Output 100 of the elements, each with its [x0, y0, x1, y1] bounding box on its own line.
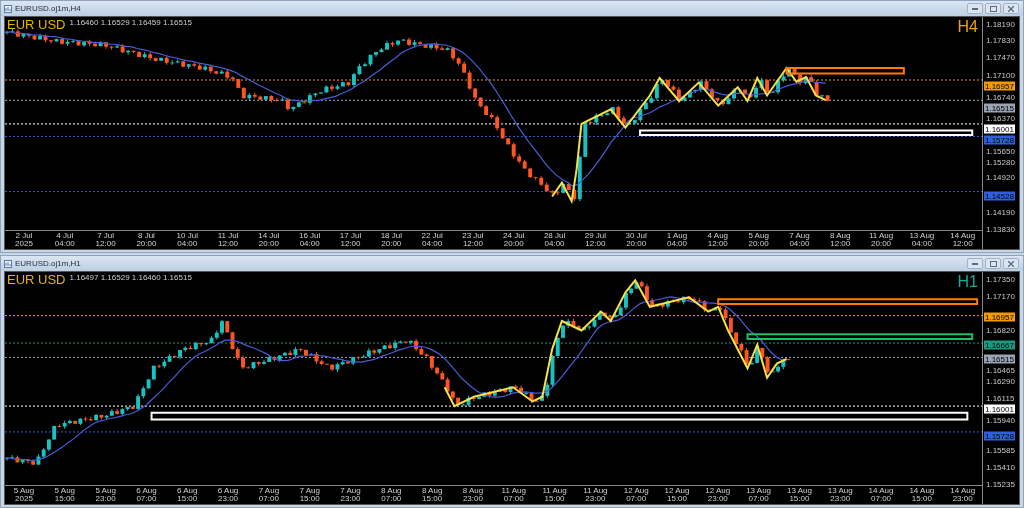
price-tag: 1.15728	[984, 135, 1015, 145]
close-button[interactable]	[1003, 3, 1019, 14]
price-axis-label: 1.15280	[986, 157, 1015, 167]
time-axis-label: 13 Aug 23:00	[826, 487, 854, 503]
time-axis-label: 23 Jul 12:00	[461, 232, 485, 248]
time-axis-label: 14 Aug 15:00	[908, 487, 936, 503]
time-axis-label: 13 Aug 07:00	[745, 487, 773, 503]
time-axis-label: 2 Jul 2025	[14, 232, 34, 248]
time-axis-label: 11 Jul 12:00	[216, 232, 240, 248]
price-axis-label: 1.16290	[986, 376, 1015, 386]
time-axis-label: 12 Aug 23:00	[704, 487, 732, 503]
price-axis-label: 1.14920	[986, 172, 1015, 182]
time-axis-label: 1 Aug 04:00	[665, 232, 689, 248]
price-axis-label: 1.17830	[986, 35, 1015, 45]
price-axis-label: 1.16115	[986, 393, 1015, 403]
time-axis-label: 11 Aug 07:00	[500, 487, 527, 503]
close-button[interactable]	[1003, 258, 1019, 269]
time-axis-label: 24 Jul 20:00	[502, 232, 526, 248]
time-axis-label: 7 Aug 23:00	[339, 487, 362, 503]
time-axis-label: 16 Jul 04:00	[298, 232, 322, 248]
time-axis-label: 14 Aug 12:00	[949, 232, 977, 248]
price-tag: 1.16667	[984, 340, 1015, 350]
price-axis-label: 1.16740	[986, 92, 1015, 102]
time-axis-label: 11 Aug 20:00	[867, 232, 895, 248]
close-icon	[1008, 260, 1014, 267]
price-axis-label: 1.17350	[986, 274, 1015, 284]
time-axis-label: 11 Aug 15:00	[541, 487, 568, 503]
price-axis-label: 1.16370	[986, 113, 1015, 123]
price-axis-label: 1.15410	[986, 462, 1015, 472]
time-axis-label: 5 Aug 20:00	[747, 232, 770, 248]
timeframe-label: H1	[957, 273, 978, 291]
price-tag: 1.16001	[984, 404, 1015, 414]
price-axis-label: 1.17100	[986, 70, 1015, 80]
price-axis-label: 1.16820	[986, 325, 1015, 335]
time-axis-label: 5 Aug 15:00	[53, 487, 77, 503]
time-axis-label: 13 Aug 15:00	[785, 487, 813, 503]
price-axis-label: 1.13830	[986, 224, 1015, 234]
price-tag: 1.16957	[984, 312, 1015, 322]
time-axis-label: 6 Aug 15:00	[176, 487, 199, 503]
restore-icon	[989, 260, 997, 267]
close-icon	[1008, 5, 1014, 12]
symbol-label: EUR USD	[7, 17, 66, 33]
time-axis-label: 5 Aug 2025	[12, 487, 36, 503]
time-axis-label: 8 Jul 20:00	[135, 232, 158, 248]
ohlc-values: 1.16460 1.16529 1.16459 1.16515	[69, 17, 192, 29]
time-axis-label: 14 Aug 07:00	[867, 487, 895, 503]
time-axis-label: 14 Jul 20:00	[257, 232, 281, 248]
price-axis-label: 1.15235	[986, 479, 1015, 489]
time-axis-label: 18 Jul 20:00	[379, 232, 403, 248]
time-axis-label: 4 Aug 12:00	[706, 232, 730, 248]
restore-button[interactable]	[985, 3, 1001, 14]
price-axis-label: 1.18190	[986, 19, 1015, 29]
price-axis-label: 1.15940	[986, 415, 1015, 425]
restore-icon	[989, 5, 997, 12]
time-axis-label: 10 Jul 04:00	[175, 232, 199, 248]
price-tag: 1.15728	[984, 431, 1015, 441]
price-axis-label: 1.15585	[986, 445, 1015, 455]
time-axis-label: 8 Aug 23:00	[461, 487, 485, 503]
restore-button[interactable]	[985, 258, 1001, 269]
time-axis-label: 7 Aug 15:00	[298, 487, 321, 503]
time-axis-label: 4 Jul 04:00	[53, 232, 76, 248]
minimize-button[interactable]	[967, 258, 983, 269]
window-title: EURUSD.oj1m,H4	[15, 2, 81, 15]
price-axis-label: 1.16465	[986, 365, 1015, 375]
window-title: EURUSD.oj1m,H1	[15, 257, 81, 270]
price-tag: 1.14528	[984, 191, 1015, 201]
time-axis-label: 12 Aug 15:00	[663, 487, 691, 503]
minimize-icon	[972, 7, 978, 10]
time-axis-label: 22 Jul 04:00	[420, 232, 444, 248]
time-axis-label: 6 Aug 23:00	[216, 487, 240, 503]
chart-window-icon	[4, 4, 12, 13]
time-axis-label: 7 Aug 07:00	[257, 487, 281, 503]
price-axis-label: 1.17470	[986, 52, 1015, 62]
time-axis-label: 29 Jul 12:00	[583, 232, 608, 248]
price-tag: 1.16515	[984, 103, 1015, 112]
minimize-icon	[972, 262, 978, 265]
time-axis-label: 13 Aug 04:00	[908, 232, 936, 248]
time-axis-label: 30 Jul 20:00	[624, 232, 648, 248]
time-axis-label: 8 Aug 15:00	[420, 487, 444, 503]
price-axis-label: 1.15650	[986, 146, 1015, 156]
time-axis-label: 7 Aug 04:00	[788, 232, 811, 248]
time-axis-label: 11 Aug 23:00	[582, 487, 609, 503]
symbol-label: EUR USD	[7, 272, 66, 288]
time-axis-label: 8 Aug 07:00	[380, 487, 403, 503]
minimize-button[interactable]	[967, 3, 983, 14]
time-axis-label: 14 Aug 23:00	[949, 487, 977, 503]
timeframe-label: H4	[957, 18, 978, 36]
chart-window-icon	[4, 259, 12, 268]
price-tag: 1.16515	[984, 354, 1015, 364]
time-axis-label: 28 Jul 04:00	[542, 232, 567, 248]
time-axis-label: 6 Aug 07:00	[135, 487, 158, 503]
price-axis-label: 1.17170	[986, 291, 1015, 301]
time-axis-label: 12 Aug 07:00	[622, 487, 650, 503]
time-axis-label: 5 Aug 23:00	[94, 487, 117, 503]
price-tag: 1.16001	[984, 124, 1015, 134]
price-axis-label: 1.14190	[986, 207, 1015, 217]
time-axis-label: 7 Jul 12:00	[94, 232, 117, 248]
ohlc-values: 1.16497 1.16529 1.16460 1.16515	[69, 272, 192, 284]
time-axis-label: 8 Aug 12:00	[829, 232, 852, 248]
time-axis-label: 17 Jul 12:00	[338, 232, 363, 248]
